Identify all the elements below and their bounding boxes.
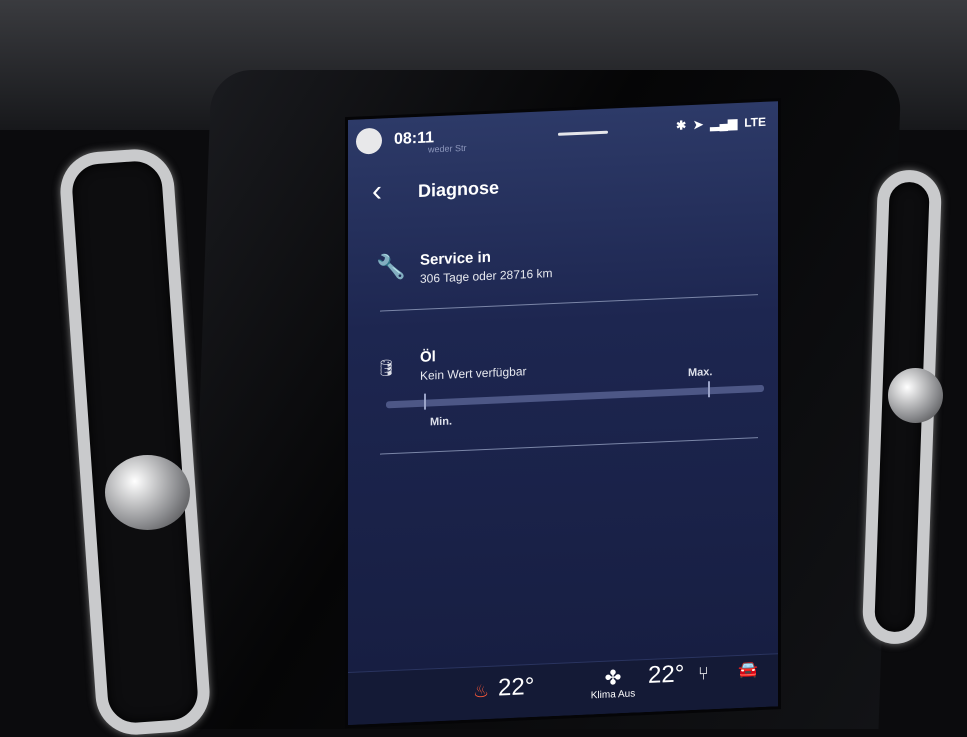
left-vent-knob[interactable] (105, 455, 190, 530)
chevron-left-icon: ‹ (372, 174, 382, 208)
profile-avatar[interactable] (356, 127, 382, 155)
right-temperature[interactable]: 22° (648, 660, 684, 690)
fan-icon[interactable]: ✤ (588, 664, 638, 691)
seat-heater-right-icon[interactable]: ⑂ (698, 663, 709, 684)
max-tick (708, 381, 710, 398)
signal-icon: ▂▄▆ (710, 116, 738, 132)
min-tick (424, 393, 426, 410)
divider (380, 437, 758, 455)
seat-heater-left-icon[interactable]: ♨ (473, 681, 489, 703)
oil-min-label: Min. (430, 415, 452, 429)
page-title: Diagnose (418, 177, 500, 201)
page-header: ‹ Diagnose (348, 157, 778, 216)
status-icons: ✱ ➤ ▂▄▆ LTE (676, 115, 766, 133)
wrench-icon: 🔧 (376, 253, 406, 282)
oil-value: Kein Wert verfügbar (420, 364, 527, 383)
service-label: Service in (420, 248, 491, 269)
infotainment-screen: 08:11 weder Str ✱ ➤ ▂▄▆ LTE ‹ Diagnose 🔧… (348, 101, 778, 726)
left-temperature[interactable]: 22° (498, 673, 534, 703)
right-vent-knob[interactable] (888, 368, 943, 423)
car-icon[interactable]: 🚘 (738, 659, 758, 680)
divider (380, 294, 758, 312)
climate-status-label[interactable]: Klima Aus (573, 688, 653, 702)
oil-can-icon: 🛢 (376, 359, 397, 378)
map-street-label: weder Str (428, 142, 467, 155)
oil-max-label: Max. (688, 366, 713, 380)
oil-level-gauge (386, 381, 764, 410)
left-air-vent[interactable] (57, 146, 213, 737)
bluetooth-icon: ✱ (676, 118, 687, 133)
lte-label: LTE (744, 114, 766, 130)
oil-row[interactable]: 🛢 Öl Kein Wert verfügbar (348, 333, 778, 383)
top-bar-handle[interactable] (558, 130, 608, 136)
service-row[interactable]: 🔧 Service in 306 Tage oder 28716 km (348, 236, 778, 286)
oil-label: Öl (420, 348, 436, 366)
back-button[interactable]: ‹ (372, 174, 382, 208)
navigation-icon: ➤ (693, 117, 704, 132)
service-value: 306 Tage oder 28716 km (420, 266, 553, 286)
